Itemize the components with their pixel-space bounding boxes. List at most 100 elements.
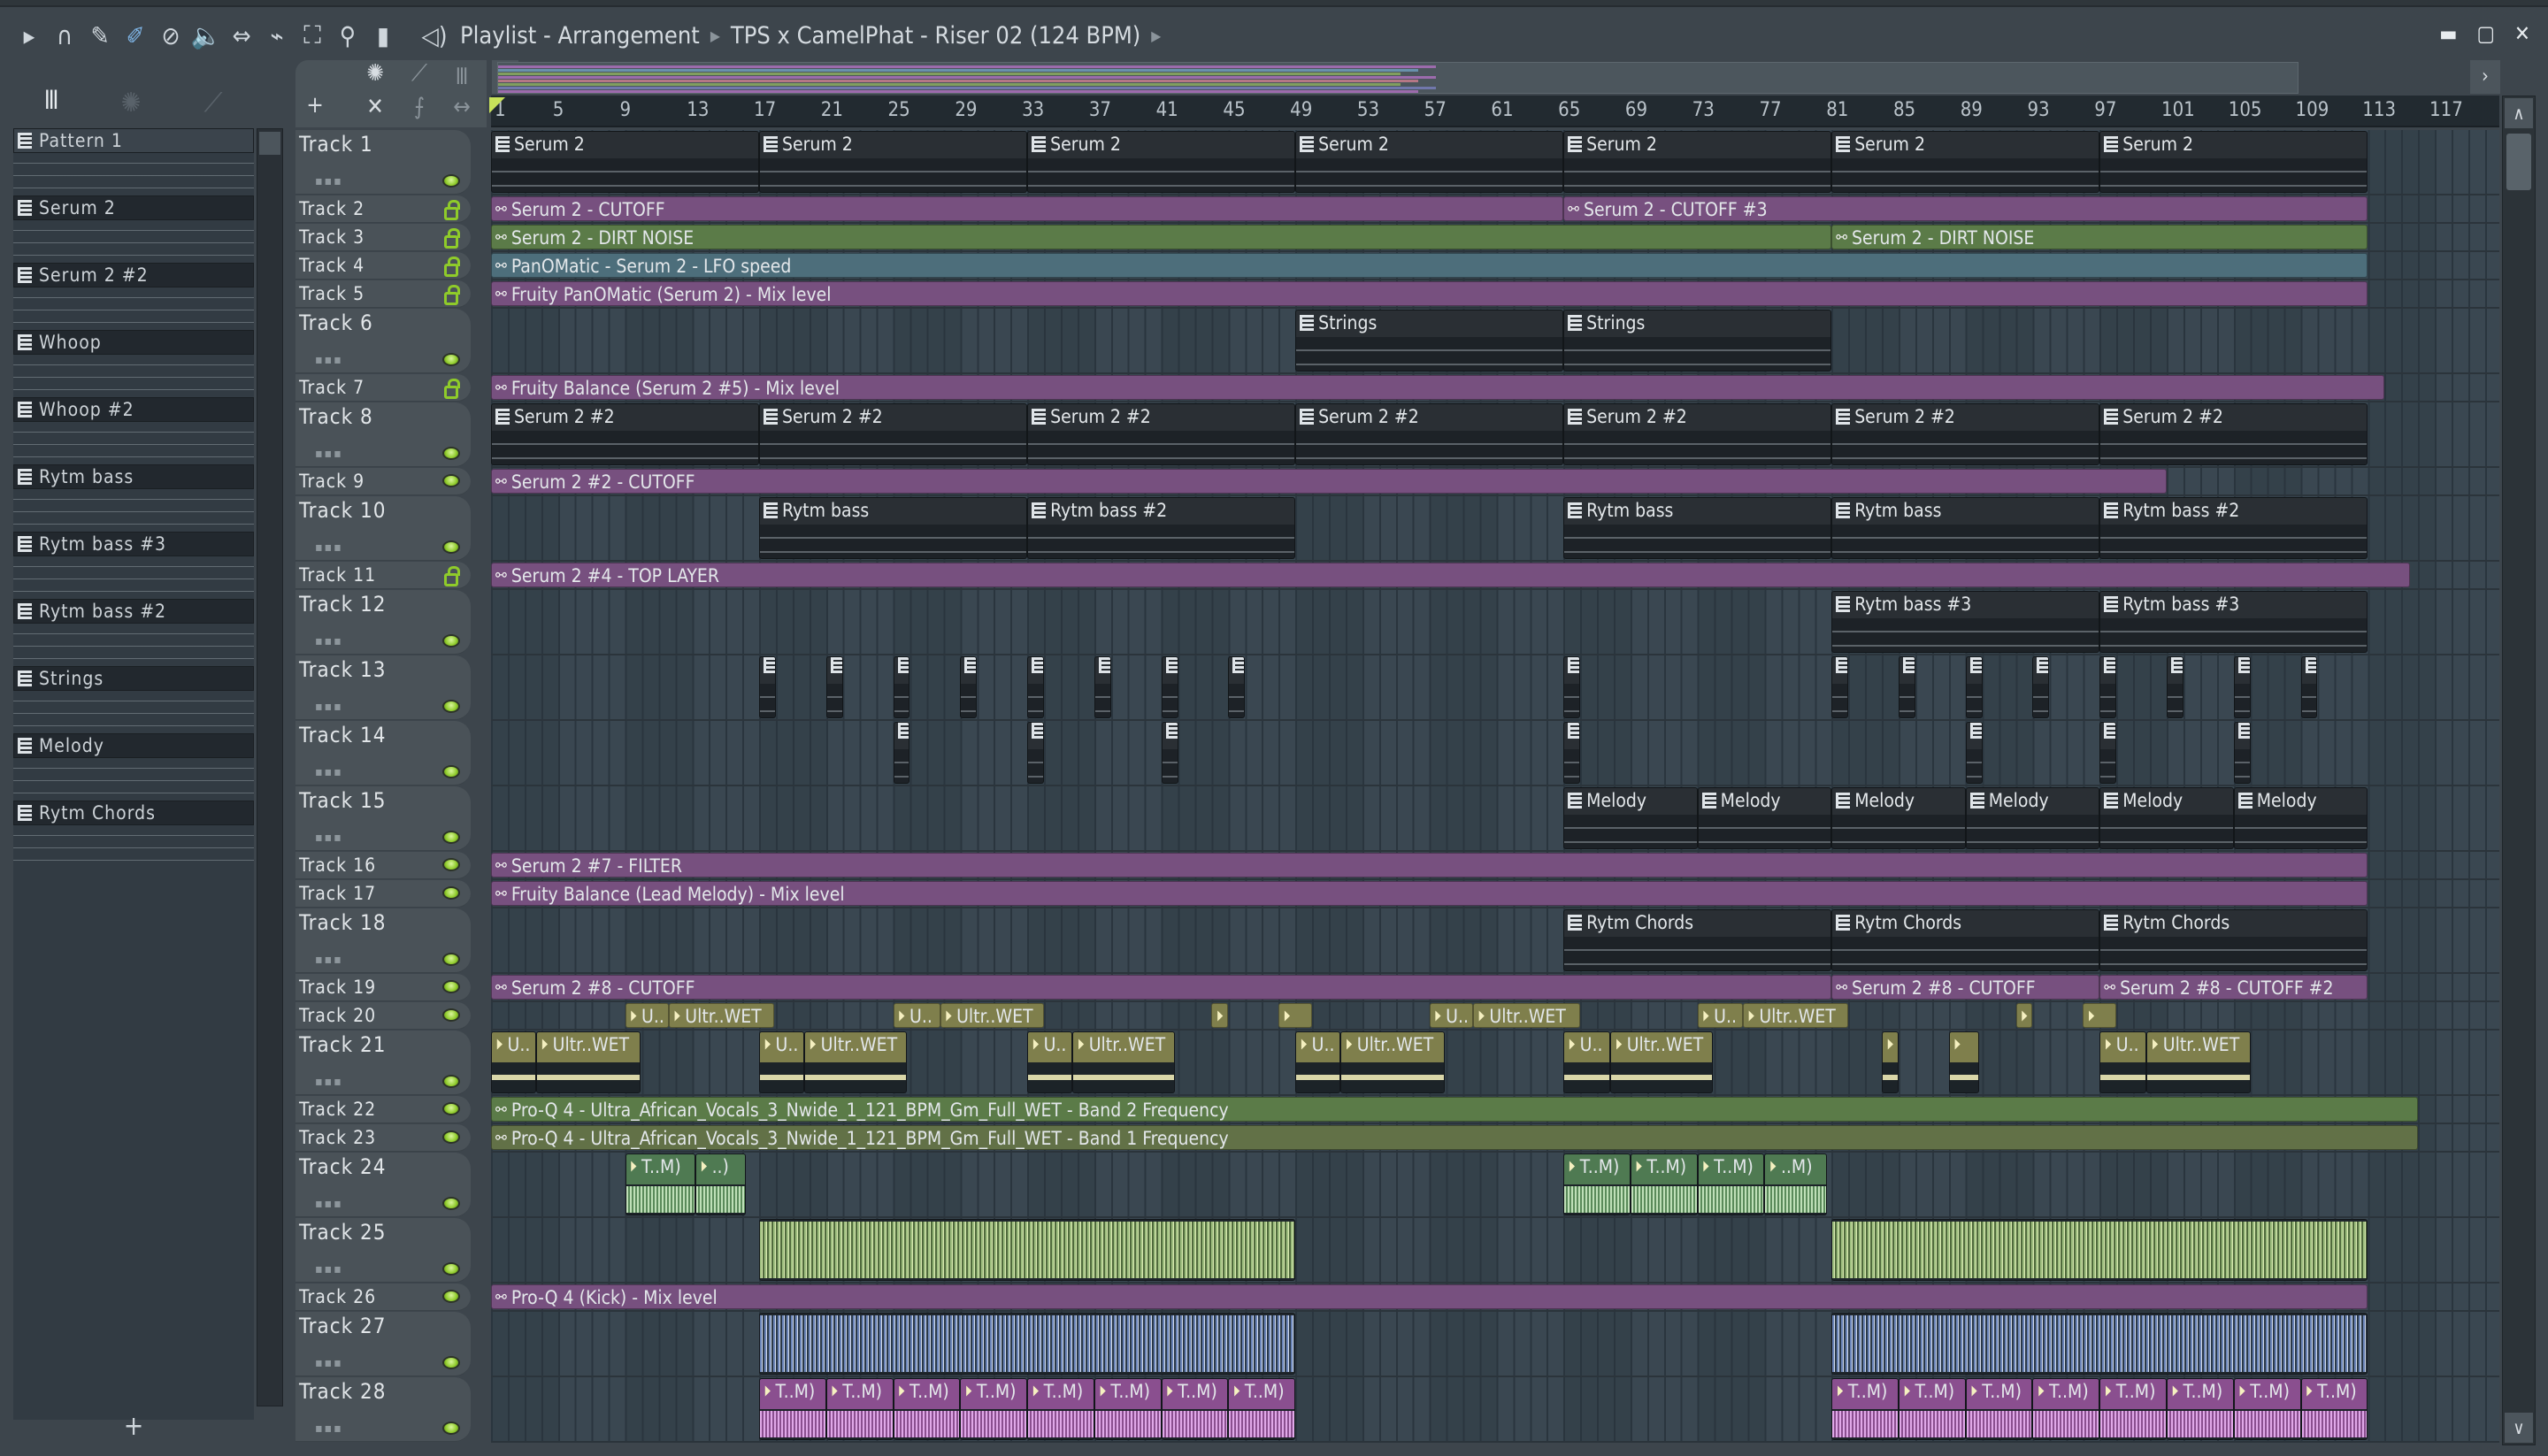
track-header[interactable]: Track 6 ▪▪▪ [295, 309, 471, 373]
pattern-clip[interactable]: Rytm bass #3 [1831, 591, 2100, 653]
arrangement-overview[interactable] [497, 62, 2299, 94]
track-enable-led[interactable] [442, 1356, 460, 1369]
pencil-icon[interactable]: ✎ [85, 20, 115, 50]
ruler-bar-label[interactable]: 45 [1223, 99, 1245, 121]
track-header[interactable]: Track 9 [295, 468, 471, 495]
pattern-clip[interactable]: Rytm bass [759, 497, 1028, 559]
ruler-bar-label[interactable]: 41 [1156, 99, 1178, 121]
audio-clip[interactable] [759, 1313, 1296, 1375]
pattern-clip[interactable] [1898, 656, 1915, 718]
track-enable-led[interactable] [442, 953, 460, 966]
automation-clip[interactable]: ⚯ Pro-Q 4 - Ultra_African_Vocals_3_Nwide_… [491, 1097, 2419, 1122]
picker-pattern-title[interactable]: Serum 2 [13, 195, 254, 220]
track-options-icon[interactable]: ▪▪▪ [315, 353, 343, 367]
audio-clip[interactable]: ⏵ T..M) [2099, 1378, 2167, 1440]
automation-clip-filter-icon[interactable]: ⟋ [402, 60, 437, 88]
ruler-bar-label[interactable]: 89 [1961, 99, 1983, 121]
track-header[interactable]: Track 13 ▪▪▪ [295, 655, 471, 720]
track-enable-led[interactable] [442, 174, 460, 188]
track-header[interactable]: Track 28 ▪▪▪ [295, 1377, 471, 1442]
pattern-clip[interactable] [2032, 656, 2050, 718]
track-header[interactable]: Track 19 [295, 974, 471, 1001]
lock-icon[interactable] [444, 200, 460, 220]
audio-clip[interactable]: ⏵ T..M) [1228, 1378, 1296, 1440]
audio-clip[interactable]: ⏵ Ultr..WET [940, 1003, 1044, 1028]
track-enable-led[interactable] [442, 474, 460, 487]
track-enable-led[interactable] [442, 1290, 460, 1303]
automation-clip[interactable]: ⚯ Fruity PanOMatic (Serum 2) - Mix level [491, 281, 2368, 306]
audio-clip[interactable]: ⏵ Ultr..WET [1610, 1031, 1713, 1093]
track-enable-led[interactable] [442, 831, 460, 844]
automation-clip[interactable]: ⚯ Serum 2 #4 - TOP LAYER [491, 563, 2410, 587]
add-track-button[interactable]: + [297, 92, 333, 119]
slip-icon[interactable]: ⇔ [226, 20, 257, 50]
track-options-icon[interactable]: ▪▪▪ [315, 174, 343, 188]
track-header[interactable]: Track 5 [295, 280, 471, 308]
pattern-clip[interactable]: Rytm bass [1563, 497, 1832, 559]
track-header[interactable]: Track 1 ▪▪▪ [295, 130, 471, 195]
track-options-icon[interactable]: ▪▪▪ [315, 765, 343, 779]
vertical-scrollbar[interactable]: ∧ ∨ [2502, 96, 2536, 1445]
pattern-clip[interactable] [2099, 656, 2117, 718]
pattern-clip[interactable]: Serum 2 [1563, 131, 1832, 193]
magnet-icon[interactable]: ∩ [50, 20, 80, 50]
track-enable-led[interactable] [442, 353, 460, 366]
track-header[interactable]: Track 20 [295, 1002, 471, 1030]
automation-clip[interactable]: ⚯ Serum 2 - DIRT NOISE [1831, 225, 2368, 249]
automation-clip[interactable]: ⚯ PanOMatic - Serum 2 - LFO speed [491, 253, 2368, 278]
pattern-clip[interactable]: Serum 2 [2099, 131, 2368, 193]
track-header[interactable]: Track 3 [295, 224, 471, 251]
pattern-clip[interactable]: Melody [1831, 787, 1966, 849]
track-header[interactable]: Track 14 ▪▪▪ [295, 721, 471, 785]
timeline-ruler[interactable]: 1 5 9 13 17 21 25 29 33 37 41 45 49 53 57 61 65 69 73 77 81 8… [491, 96, 2499, 127]
track-enable-led[interactable] [442, 1075, 460, 1088]
audio-clip[interactable] [1831, 1219, 2368, 1281]
audio-clip[interactable]: ⏵ T..M) [1697, 1153, 1765, 1215]
ruler-bar-label[interactable]: 25 [888, 99, 910, 121]
automation-clip[interactable]: ⚯ Serum 2 #8 - CUTOFF [491, 975, 1832, 1000]
track-options-icon[interactable]: ▪▪▪ [315, 634, 343, 648]
playlist-grid[interactable]: Serum 2 Serum 2 Serum 2 Serum 2 Serum 2 Serum… [491, 130, 2499, 1443]
ruler-bar-label[interactable]: 49 [1290, 99, 1312, 121]
lock-icon[interactable] [444, 285, 460, 305]
track-header[interactable]: Track 24 ▪▪▪ [295, 1153, 471, 1217]
speaker-icon[interactable]: ◁) [419, 20, 449, 50]
audio-clip[interactable]: ⏵ T..M) [825, 1378, 894, 1440]
scroll-thumb[interactable] [259, 132, 280, 155]
track-options-icon[interactable]: ▪▪▪ [315, 1422, 343, 1436]
playback-icon[interactable]: ▮ [368, 20, 398, 50]
audio-clip[interactable]: ⏵ [1278, 1003, 1313, 1028]
audio-clip[interactable]: ⏵ T..M) [2233, 1378, 2301, 1440]
audio-clip[interactable]: ⏵ Ultr..WET [1472, 1003, 1581, 1028]
track-header[interactable]: Track 4 [295, 252, 471, 280]
scroll-up-button[interactable]: ∧ [2505, 98, 2533, 128]
track-header[interactable]: Track 2 [295, 195, 471, 223]
audio-clip[interactable]: ⏵ T..M) [1094, 1378, 1162, 1440]
arrow-icon[interactable]: ▸ [14, 20, 44, 50]
overview-scroll-right[interactable]: › [2470, 60, 2500, 94]
pattern-clip[interactable] [2233, 656, 2251, 718]
audio-clip[interactable]: ⏵ U.. [759, 1031, 805, 1093]
track-enable-led[interactable] [442, 1130, 460, 1144]
lock-icon[interactable] [444, 379, 460, 399]
track-options-icon[interactable]: ▪▪▪ [315, 953, 343, 967]
delete-icon[interactable]: ⊘ [156, 20, 186, 50]
audio-clip[interactable]: ⏵ T..M) [1630, 1153, 1698, 1215]
picker-pattern[interactable]: Serum 2 #2 [13, 263, 254, 330]
track-header[interactable]: Track 16 [295, 852, 471, 879]
pattern-clip[interactable]: Serum 2 #2 [1831, 403, 2100, 465]
scroll-down-button[interactable]: ∨ [2505, 1413, 2533, 1443]
audio-clip[interactable]: ⏵ T..M) [1563, 1153, 1631, 1215]
audio-clip[interactable]: ⏵ T..M) [2300, 1378, 2368, 1440]
track-enable-led[interactable] [442, 886, 460, 900]
ruler-bar-label[interactable]: 9 [620, 99, 632, 121]
audio-clip[interactable]: ⏵ [1882, 1031, 1899, 1093]
ruler-bar-label[interactable]: 29 [955, 99, 977, 121]
pattern-clip[interactable]: Melody [2099, 787, 2234, 849]
pattern-clip[interactable]: Serum 2 [759, 131, 1028, 193]
audio-clip[interactable] [1831, 1313, 2368, 1375]
picker-pattern[interactable]: Melody [13, 733, 254, 801]
track-options-icon[interactable]: ▪▪▪ [315, 1197, 343, 1211]
delete-track-icon[interactable]: ✕ [357, 94, 393, 120]
picker-pattern[interactable]: Rytm Chords [13, 801, 254, 868]
